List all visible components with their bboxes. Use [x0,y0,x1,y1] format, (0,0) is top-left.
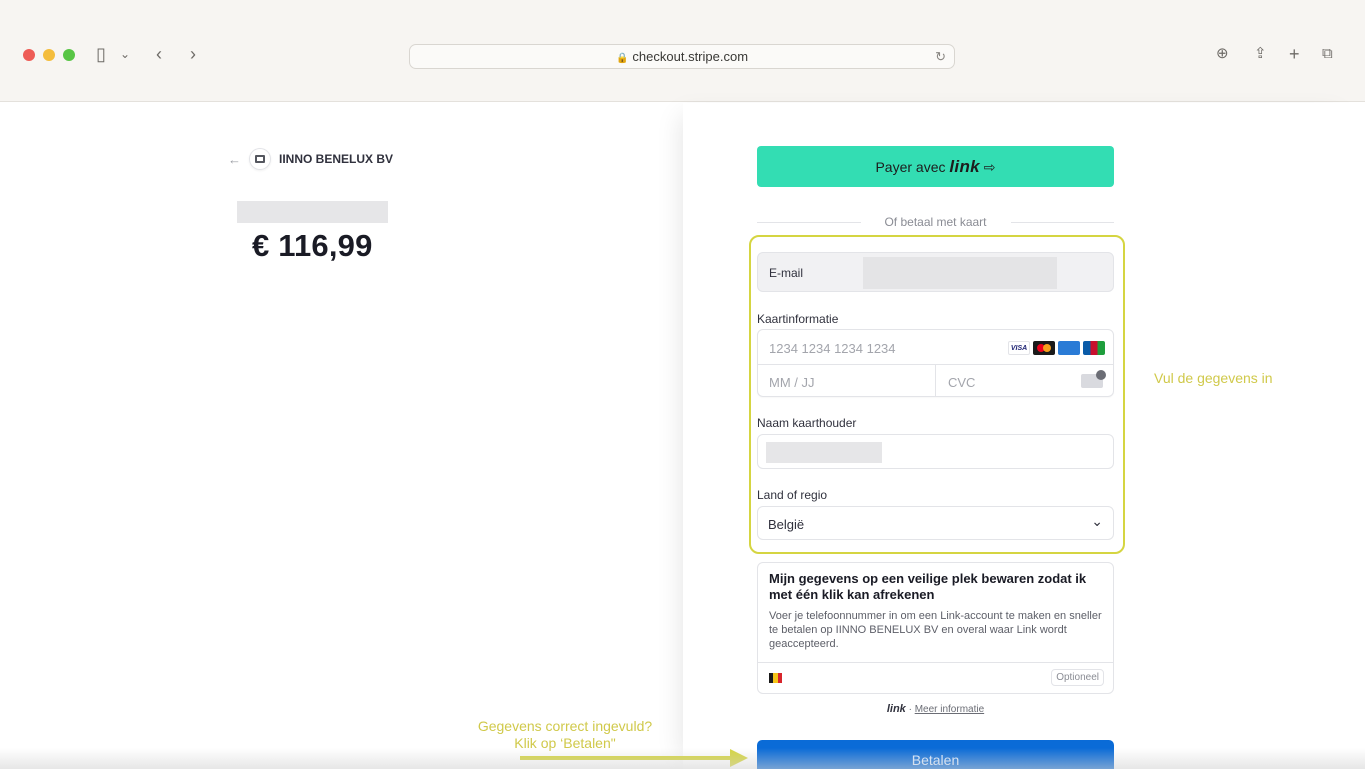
merchant-header[interactable]: ← IINNO BENELUX BV [228,148,393,170]
downloads-icon[interactable]: ⊕ [1216,42,1229,66]
divider [758,662,1113,663]
forward-button[interactable]: › [190,42,196,66]
more-info-link[interactable]: Meer informatie [915,704,984,715]
link-logo: link [886,703,906,715]
cvc-card-icon [1081,370,1106,388]
share-icon[interactable]: ⇪ [1254,42,1267,66]
minimize-window-button[interactable] [43,49,55,61]
url-text: checkout.stripe.com [632,49,749,64]
annotation-arrow-icon [520,749,748,767]
address-bar[interactable]: 🔒 checkout.stripe.com ↻ [409,44,955,69]
window-controls [23,49,75,61]
link-save-box[interactable]: Mijn gegevens op een veilige plek beware… [757,562,1114,694]
card-info-label: Kaartinformatie [757,312,839,326]
arrow-left-icon[interactable]: ← [228,152,241,167]
cvc-input[interactable]: CVC [948,375,975,390]
amex-icon [1058,341,1080,355]
zoom-window-button[interactable] [63,49,75,61]
divider [935,364,936,396]
chevron-down-icon: ⌄ [1091,513,1103,529]
new-tab-icon[interactable]: + [1289,42,1300,66]
email-field[interactable]: E-mail [757,252,1114,292]
link-button-prefix: Payer avec [875,159,946,175]
card-brands: VISA [1008,341,1105,355]
merchant-name: IINNO BENELUX BV [279,152,394,166]
expiry-input[interactable]: MM / JJ [769,375,815,390]
jcb-icon [1083,341,1105,355]
pay-button[interactable]: Betalen [757,740,1114,769]
lock-icon: 🔒 [615,53,629,64]
link-footer: link · Meer informatie [757,703,1114,715]
optional-badge: Optioneel [1051,669,1104,686]
annotation-fill-in: Vul de gegevens in [1154,370,1273,386]
country-value: België [768,517,805,532]
annotation-pay-line1: Gegevens correct ingevuld? [477,718,653,734]
sidebar-icon[interactable]: ▯ [96,42,106,66]
total-amount: € 116,99 [252,228,373,263]
footer-separator: · [908,704,912,715]
card-input-group: 1234 1234 1234 1234 VISA MM / JJ CVC [757,329,1114,397]
email-label: E-mail [769,266,804,280]
annotation-pay-line2: Klik op ‘Betalen" [514,735,616,751]
redacted-product-name [237,201,388,223]
country-select[interactable]: België ⌄ [757,506,1114,540]
pay-with-link-button[interactable]: Payer avec link ⇨ [757,146,1114,187]
back-button[interactable]: ‹ [156,42,162,66]
country-label: Land of regio [757,488,828,502]
save-title: Mijn gegevens op een veilige plek beware… [769,571,1087,602]
arrow-right-icon: ⇨ [983,159,996,175]
browser-toolbar: ▯ ⌄ ‹ › 🔒 checkout.stripe.com ↻ ⊕ ⇪ + ⧉ [0,0,1365,102]
redacted-cardholder-name [766,442,882,463]
divider-text: Of betaal met kaart [860,214,1011,230]
cardholder-label: Naam kaarthouder [757,416,857,430]
tab-overview-icon[interactable]: ⧉ [1322,42,1333,66]
belgium-flag-icon[interactable] [769,673,782,683]
mastercard-icon [1033,341,1055,355]
merchant-logo-icon [249,148,271,170]
save-description: Voer je telefoonnummer in om een Link-ac… [769,610,1102,650]
cardholder-name-input[interactable] [757,434,1114,469]
close-window-button[interactable] [23,49,35,61]
link-logo: link [949,157,980,176]
reload-icon[interactable]: ↻ [935,45,946,68]
redacted-email-value [863,257,1057,289]
annotation-pay: Gegevens correct ingevuld? Klik op ‘Beta… [440,718,690,752]
pay-by-card-divider: Of betaal met kaart [757,214,1114,230]
chevron-down-icon[interactable]: ⌄ [120,42,130,66]
visa-icon: VISA [1008,341,1030,355]
card-number-input[interactable]: 1234 1234 1234 1234 [769,341,896,356]
